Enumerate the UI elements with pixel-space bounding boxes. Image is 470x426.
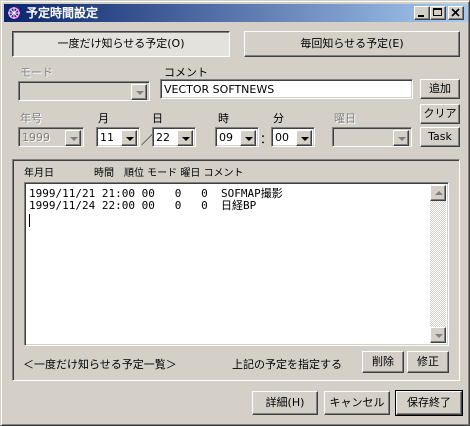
year-value: 1999 [22,131,50,144]
details-button[interactable]: 詳細(H) [252,391,318,415]
year-select[interactable]: 1999 [18,127,84,147]
once-schedule-label: 一度だけ知らせる予定(O) [57,37,185,50]
month-value: 11 [100,131,114,144]
delete-button-label: 削除 [372,355,394,368]
hour-value: 09 [219,131,233,144]
chevron-down-icon [301,137,309,141]
comment-label: コメント [164,66,208,79]
chevron-down-icon [70,137,78,141]
apply-schedule-text: 上記の予定を指定する [232,358,342,371]
details-button-label: 詳細(H) [265,396,305,409]
year-label: 年号 [20,112,42,125]
chevron-down-icon [182,137,190,141]
hour-dropdown-button[interactable] [240,130,256,146]
app-icon [8,7,20,19]
chevron-down-icon [126,137,134,141]
schedule-list-caption: ＜一度だけ知らせる予定一覧＞ [23,358,177,371]
month-dropdown-button[interactable] [121,130,137,146]
mode-select[interactable] [18,81,150,101]
minute-select[interactable]: 00 [271,127,315,147]
chevron-up-icon [435,191,443,195]
chevron-down-icon [245,137,253,141]
scroll-down-button[interactable] [430,327,446,343]
save-exit-button[interactable]: 保存終了 [395,390,463,416]
scroll-up-button[interactable] [430,185,446,201]
chevron-down-icon [435,334,443,338]
cancel-button[interactable]: キャンセル [324,391,390,415]
maximize-icon [433,8,442,16]
year-dropdown-button[interactable] [65,130,81,146]
hour-select[interactable]: 09 [215,127,259,147]
once-schedule-button[interactable]: 一度だけ知らせる予定(O) [12,31,230,57]
title-bar[interactable]: 予定時間設定 [4,4,468,22]
every-schedule-label: 毎回知らせる予定(E) [300,37,404,50]
minute-dropdown-button[interactable] [296,130,312,146]
every-schedule-button[interactable]: 毎回知らせる予定(E) [244,31,460,57]
minute-value: 00 [275,131,289,144]
chevron-down-icon [136,91,144,95]
clear-button-label: クリア [423,107,457,120]
task-button[interactable]: Task [420,127,460,147]
edit-button[interactable]: 修正 [407,351,449,373]
close-icon [451,8,460,17]
weekday-dropdown-button[interactable] [393,130,409,146]
maximize-button[interactable] [430,6,446,20]
save-exit-button-label: 保存終了 [407,396,451,409]
window-title: 予定時間設定 [26,6,99,20]
month-label: 月 [98,112,109,125]
schedule-list-header: 年月日 時間 順位 モード 曜日 コメント [24,168,244,179]
day-select[interactable]: 22 [152,127,196,147]
text-cursor [29,214,30,227]
list-scrollbar[interactable] [430,185,446,343]
minimize-button[interactable] [414,6,430,20]
comment-value: VECTOR SOFTNEWS [164,83,275,96]
weekday-label: 曜日 [334,112,356,125]
task-button-label: Task [428,130,452,143]
add-button[interactable]: 追加 [420,79,460,99]
add-button-label: 追加 [429,82,451,95]
delete-button[interactable]: 削除 [362,351,404,373]
day-value: 22 [156,131,170,144]
day-label: 日 [152,112,163,125]
weekday-select[interactable] [332,127,412,147]
minute-label: 分 [273,112,284,125]
schedule-listbox[interactable]: 1999/11/21 21:00 00 0 0 SOFMAP撮影 1999/11… [24,182,449,346]
month-select[interactable]: 11 [96,127,140,147]
cancel-button-label: キャンセル [329,396,385,409]
chevron-down-icon [398,137,406,141]
minimize-icon [418,15,424,17]
mode-dropdown-button[interactable] [131,84,147,100]
comment-input[interactable]: VECTOR SOFTNEWS [160,79,413,99]
hour-label: 時 [218,112,229,125]
day-dropdown-button[interactable] [177,130,193,146]
close-button[interactable] [448,6,464,20]
mode-label: モード [20,66,53,79]
clear-button[interactable]: クリア [420,104,460,124]
schedule-time-settings-window: 予定時間設定 一度だけ知らせる予定(O) 毎回知らせる予定(E) モード コメン… [0,0,470,426]
edit-button-label: 修正 [417,355,439,368]
list-item[interactable]: 1999/11/24 22:00 00 0 0 日経BP [29,200,256,212]
